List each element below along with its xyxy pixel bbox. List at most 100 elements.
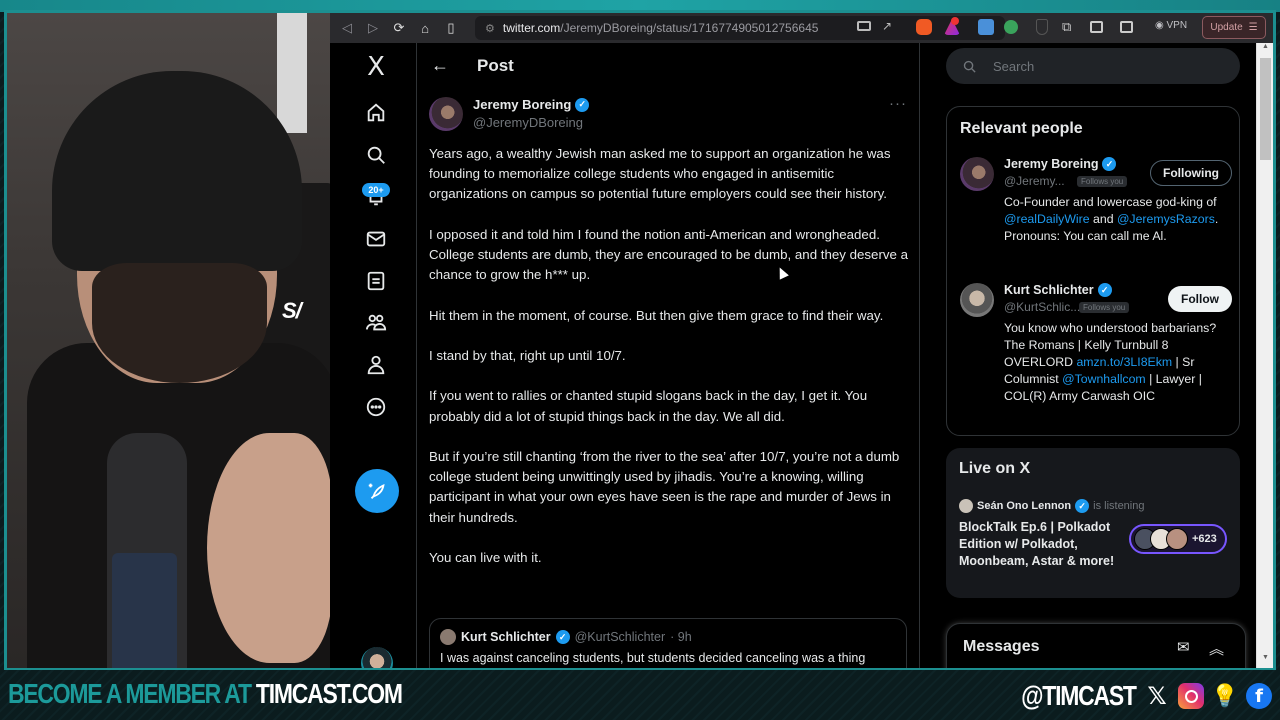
follows-you-badge: Follows you xyxy=(1079,302,1130,313)
notifications-badge: 20+ xyxy=(362,183,390,197)
shield-extension-icon[interactable] xyxy=(1036,19,1048,35)
facebook-icon: f xyxy=(1246,683,1272,709)
x-logo-icon[interactable]: X xyxy=(360,51,392,83)
extension-icon[interactable] xyxy=(978,19,994,35)
membership-cta: BECOME A MEMBER AT TIMCAST.COM xyxy=(8,678,403,709)
expand-up-icon[interactable]: ︽ xyxy=(1209,638,1224,659)
person-name[interactable]: Kurt Schlichter ✓ xyxy=(1004,283,1112,297)
nav-lists[interactable] xyxy=(360,265,392,297)
wallet-icon[interactable] xyxy=(1120,21,1133,33)
person-item[interactable]: Kurt Schlichter ✓ @KurtSchlic... Follows … xyxy=(960,283,1232,423)
quoted-post-header: Kurt Schlichter ✓ @KurtSchlichter · 9h xyxy=(440,629,896,645)
webcam-person-beard xyxy=(92,263,267,383)
stream-frame: S/ ◁ ▷ ⟳ ⌂ ▯ ⚙ twitter.com/JeremyDBorein… xyxy=(0,0,1280,720)
url-path: /JeremyDBoreing/status/17167749050127566… xyxy=(560,21,819,35)
post-header: ← Post xyxy=(417,43,921,89)
back-arrow-icon[interactable]: ← xyxy=(431,55,449,76)
communities-icon xyxy=(365,314,387,331)
vpn-dot-icon: ◉ xyxy=(1155,20,1167,31)
bio-link[interactable]: @JeremysRazors xyxy=(1117,212,1215,226)
space-host: Seán Ono Lennon ✓ is listening xyxy=(959,499,1144,513)
quoted-post[interactable]: Kurt Schlichter ✓ @KurtSchlichter · 9h I… xyxy=(429,618,907,668)
person-handle: @KurtSchlic... xyxy=(1004,300,1081,314)
reload-icon[interactable]: ⟳ xyxy=(386,15,412,41)
update-button[interactable]: Update ☰ xyxy=(1202,16,1266,39)
compose-post-button[interactable] xyxy=(355,469,399,513)
webcam-person-hand xyxy=(207,433,330,663)
right-sidebar: Search Relevant people Jeremy Boreing ✓ @… xyxy=(920,43,1250,668)
post-paragraph: You can live with it. xyxy=(429,549,542,565)
nav-explore[interactable] xyxy=(360,139,392,171)
scroll-down-icon[interactable]: ▼ xyxy=(1257,654,1273,668)
x-sidebar-nav: X 20+ xyxy=(330,43,416,668)
page-scrollbar[interactable]: ▲ ▼ xyxy=(1256,43,1273,668)
verified-badge-icon: ✓ xyxy=(1102,157,1117,171)
author-name[interactable]: Jeremy Boreing ✓ xyxy=(473,97,590,112)
nav-communities[interactable] xyxy=(360,307,392,339)
post-paragraph: If you went to rallies or chanted stupid… xyxy=(429,388,868,424)
site-settings-icon[interactable]: ⚙ xyxy=(485,22,495,35)
person-handle: @Jeremy... xyxy=(1004,174,1065,188)
follows-you-badge: Follows you xyxy=(1077,176,1128,187)
browser-window: ◁ ▷ ⟳ ⌂ ▯ ⚙ twitter.com/JeremyDBoreing/s… xyxy=(330,13,1273,668)
author-handle[interactable]: @JeremyDBoreing xyxy=(473,115,583,130)
search-input[interactable]: Search xyxy=(946,48,1240,84)
relevant-people-title: Relevant people xyxy=(960,120,1083,137)
search-placeholder: Search xyxy=(993,58,1035,74)
live-title: Live on X xyxy=(959,460,1031,477)
verified-badge-icon: ✓ xyxy=(575,97,590,112)
person-bio: You know who understood barbarians? The … xyxy=(1004,321,1217,403)
home-browser-icon[interactable]: ⌂ xyxy=(412,15,438,41)
messages-drawer[interactable]: Messages ✉ ︽ xyxy=(946,623,1246,668)
feather-plus-icon xyxy=(368,483,385,499)
brave-shield-icon[interactable] xyxy=(916,19,932,35)
bio-link[interactable]: @Townhallcom xyxy=(1062,372,1146,386)
nav-home[interactable] xyxy=(360,97,392,129)
scrollbar-thumb[interactable] xyxy=(1260,58,1271,160)
page-title: Post xyxy=(477,56,514,75)
social-links: @TIMCAST 𝕏 💡 f xyxy=(996,680,1272,712)
space-listeners-pill[interactable]: +623 xyxy=(1129,524,1227,554)
person-avatar[interactable] xyxy=(960,283,994,317)
post-more-icon[interactable]: ··· xyxy=(889,95,907,112)
lightbulb-icon: 💡 xyxy=(1211,683,1239,708)
forward-nav-icon[interactable]: ▷ xyxy=(360,15,386,41)
bio-link[interactable]: amzn.to/3LI8Ekm xyxy=(1076,355,1172,369)
stream-lower-third: BECOME A MEMBER AT TIMCAST.COM @TIMCAST … xyxy=(0,672,1280,720)
url-host: twitter.com xyxy=(502,21,561,35)
post-paragraph: I stand by that, right up until 10/7. xyxy=(429,347,626,363)
follow-button[interactable]: Follow xyxy=(1168,286,1232,312)
listener-count: +623 xyxy=(1192,533,1217,545)
sidebar-toggle-icon[interactable] xyxy=(1090,21,1103,33)
cast-icon[interactable] xyxy=(857,21,871,31)
person-avatar[interactable] xyxy=(960,157,994,191)
vpn-button[interactable]: ◉ VPN xyxy=(1155,20,1187,31)
new-message-icon[interactable]: ✉ xyxy=(1177,638,1190,656)
post-column: ← Post Jeremy Boreing ✓ @JeremyDBoreing ·… xyxy=(416,43,920,668)
quoted-post-time: · 9h xyxy=(670,630,692,644)
nav-messages[interactable] xyxy=(360,223,392,255)
author-avatar[interactable] xyxy=(429,97,463,131)
x-icon: 𝕏 xyxy=(1147,682,1167,710)
listener-avatar xyxy=(1166,528,1188,550)
following-button[interactable]: Following xyxy=(1150,160,1232,186)
quoted-post-text: I was against canceling students, but st… xyxy=(440,651,866,665)
person-name[interactable]: Jeremy Boreing ✓ xyxy=(1004,157,1117,171)
space-title: BlockTalk Ep.6 | Polkadot Edition w/ Pol… xyxy=(959,520,1115,568)
nav-profile[interactable] xyxy=(360,349,392,381)
puzzle-icon[interactable]: ⧉ xyxy=(1062,19,1078,35)
share-icon[interactable]: ↗ xyxy=(882,19,898,35)
live-on-x-card[interactable]: Live on X Seán Ono Lennon ✓ is listening… xyxy=(946,448,1240,598)
bookmark-icon[interactable]: ▯ xyxy=(438,15,464,41)
relevant-people-card: Relevant people Jeremy Boreing ✓ @Jeremy.… xyxy=(946,106,1240,436)
account-avatar[interactable] xyxy=(361,647,393,668)
verified-badge-icon: ✓ xyxy=(555,630,570,644)
messages-title: Messages xyxy=(963,638,1040,655)
extension-green-icon[interactable] xyxy=(1004,20,1018,34)
nav-more[interactable] xyxy=(360,391,392,423)
scroll-up-icon[interactable]: ▲ xyxy=(1257,43,1273,57)
person-item[interactable]: Jeremy Boreing ✓ @Jeremy... Follows you F… xyxy=(960,157,1232,272)
back-nav-icon[interactable]: ◁ xyxy=(334,15,360,41)
bio-link[interactable]: @realDailyWire xyxy=(1004,212,1090,226)
webcam-microphone-body xyxy=(112,553,177,668)
